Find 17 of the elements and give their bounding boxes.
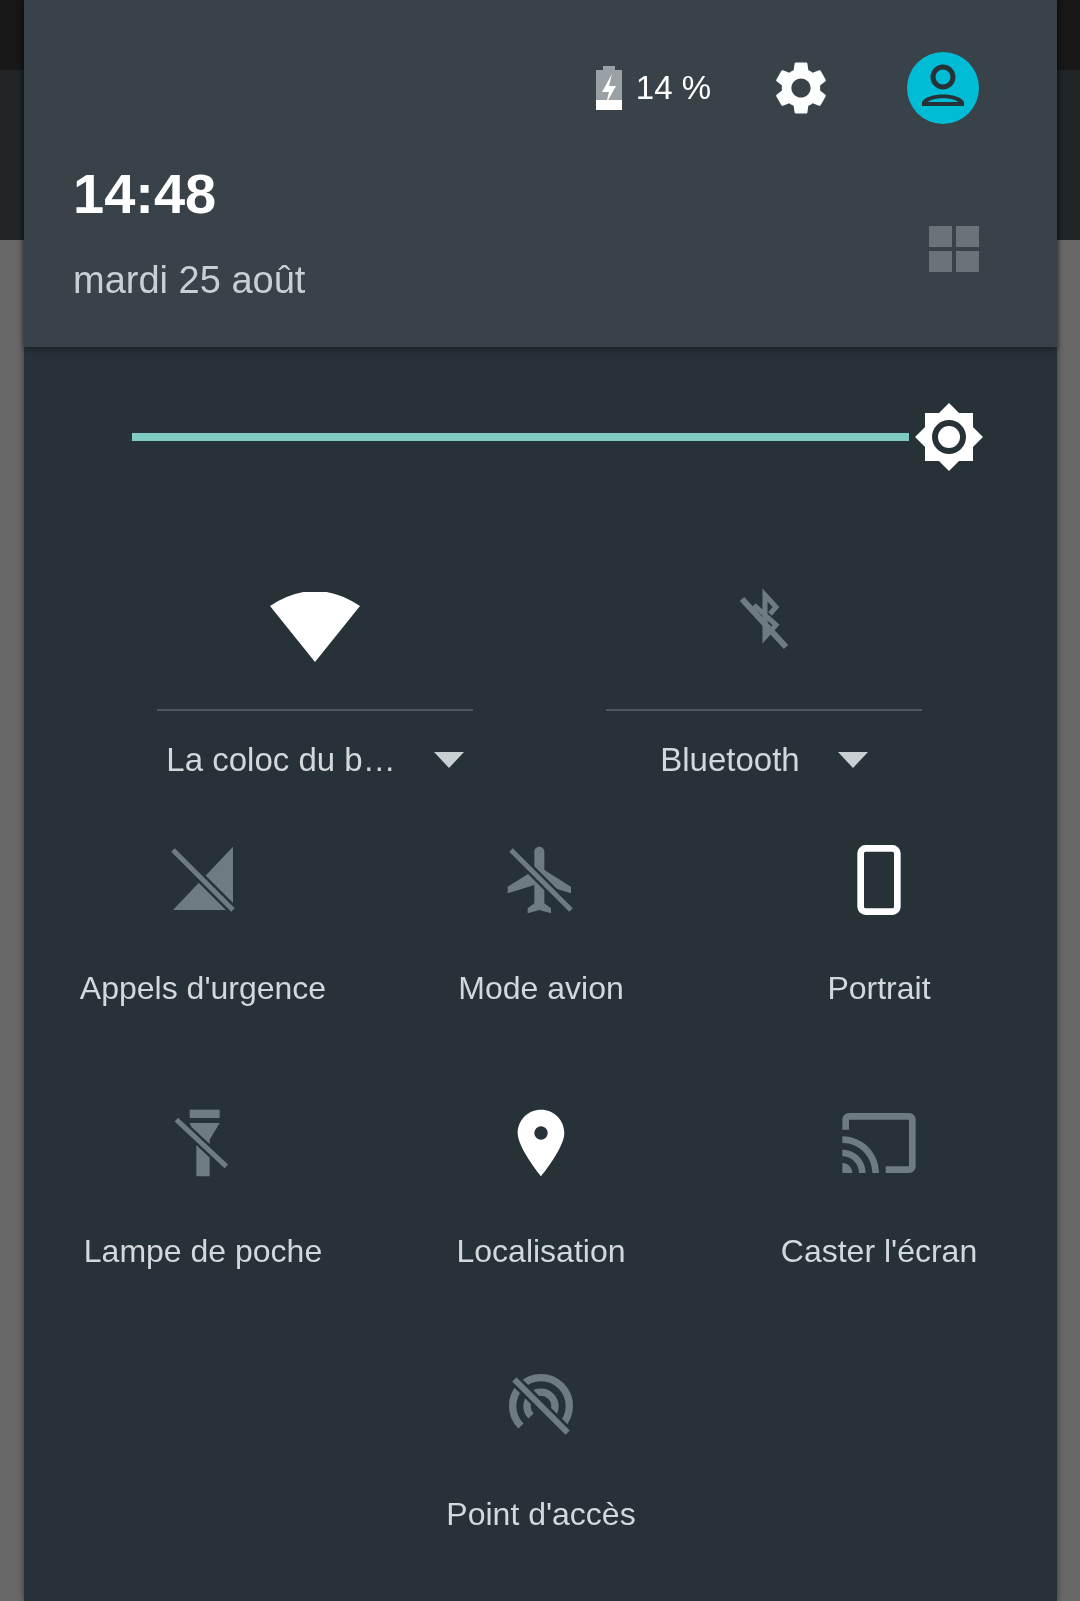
tile-label[interactable]: Mode avion: [458, 968, 624, 1008]
tile-label[interactable]: Portrait: [827, 968, 931, 1008]
battery-percentage: 14 %: [635, 69, 711, 107]
tile-label[interactable]: Caster l'écran: [780, 1231, 978, 1271]
tile-dropdown[interactable]: La coloc du b…: [166, 711, 464, 809]
tile-label[interactable]: Lampe de poche: [83, 1231, 323, 1271]
tile-label[interactable]: Point d'accès: [446, 1494, 636, 1534]
tile-dropdown[interactable]: Bluetooth: [660, 711, 868, 809]
battery-charging-icon: [593, 66, 624, 110]
tile-label[interactable]: Appels d'urgence: [79, 968, 327, 1008]
user-avatar-icon[interactable]: [907, 52, 979, 124]
caret-icon: [837, 752, 868, 768]
clock-time: 14:48: [73, 162, 218, 226]
caret-icon: [433, 752, 464, 768]
date-text: mardi 25 août: [73, 258, 306, 303]
tile-label[interactable]: Localisation: [456, 1231, 626, 1271]
wifi-icon[interactable]: [270, 592, 360, 662]
